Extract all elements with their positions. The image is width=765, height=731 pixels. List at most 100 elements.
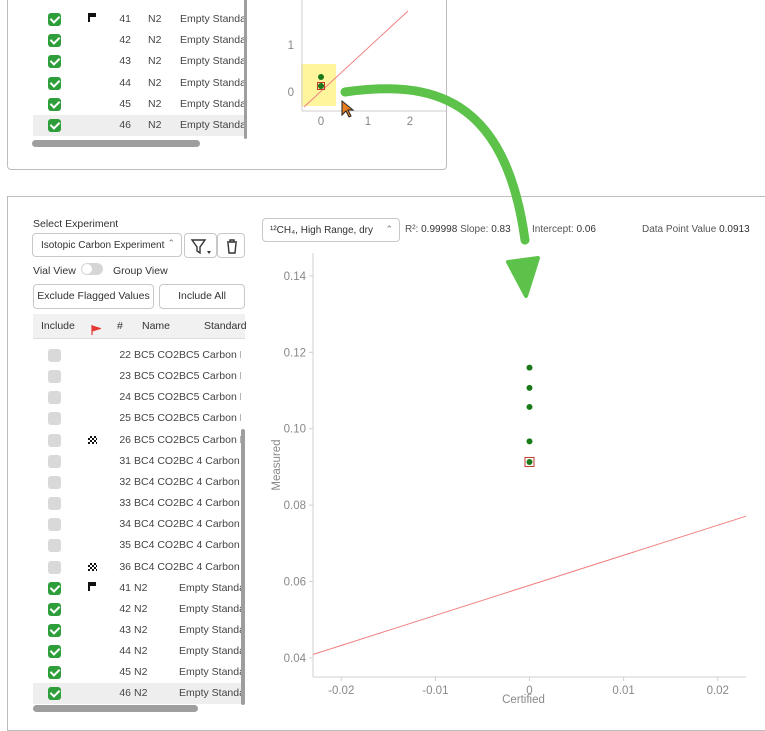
row-standard: Empty Standard	[180, 97, 244, 110]
overview-point[interactable]	[318, 74, 324, 80]
table-row[interactable]: 45N2Empty Standard	[33, 662, 241, 683]
table-row[interactable]: 23BC5 CO2BC5 Carbon Dioxide	[33, 366, 241, 387]
include-checkbox[interactable]	[48, 475, 61, 489]
include-checkbox[interactable]	[48, 370, 61, 384]
row-number: 46	[119, 119, 131, 131]
delete-button[interactable]	[217, 233, 245, 258]
table-row[interactable]: 41N2Empty Standard	[33, 578, 241, 599]
intercept-value: 0.06	[576, 224, 596, 235]
row-number: 33	[119, 497, 131, 510]
row-number: 22	[119, 349, 131, 361]
group-view-label: Group View	[113, 265, 168, 277]
overview-chart: 1 0 0 1 2 3	[288, 0, 446, 128]
row-standard: BC 4 Carbon Dioxide	[179, 560, 241, 573]
include-checkbox[interactable]	[48, 119, 61, 132]
row-standard: BC5 Carbon Dioxide	[179, 370, 241, 383]
col-standard[interactable]: Standard	[204, 314, 247, 339]
col-num[interactable]: #	[117, 314, 123, 339]
table-row[interactable]: 32BC4 CO2BC 4 Carbon Dioxide	[33, 472, 241, 493]
row-standard: Empty Standard	[179, 687, 241, 700]
table-row[interactable]: 35BC4 CO2BC 4 Carbon Dioxide	[33, 535, 241, 556]
include-checkbox[interactable]	[48, 391, 61, 405]
experiment-select[interactable]: Isotopic Carbon Experiment ⌃	[32, 233, 182, 257]
include-all-button[interactable]: Include All	[159, 284, 245, 309]
row-number: 25	[119, 412, 131, 425]
include-checkbox[interactable]	[48, 539, 61, 553]
include-checkbox[interactable]	[48, 34, 61, 48]
table-row[interactable]: 45N2Empty Standard	[33, 94, 244, 115]
checkered-flag-icon[interactable]	[88, 562, 97, 571]
include-checkbox[interactable]	[48, 55, 61, 69]
include-checkbox[interactable]	[48, 623, 61, 637]
row-standard: Empty Standard	[180, 76, 244, 89]
filter-button[interactable]	[184, 233, 217, 258]
include-checkbox[interactable]	[48, 76, 61, 90]
row-name: N2	[134, 602, 148, 615]
include-checkbox[interactable]	[48, 645, 61, 659]
table-row[interactable]: 24BC5 CO2BC5 Carbon Dioxide	[33, 387, 241, 408]
table-row[interactable]: 41N2Empty Standard	[33, 9, 244, 30]
table-row[interactable]: 44N2Empty Standard	[33, 641, 241, 662]
row-standard: BC 4 Carbon Dioxide	[179, 518, 241, 531]
table-hscroll[interactable]	[33, 705, 198, 712]
row-name: BC5 CO2	[134, 412, 179, 425]
include-checkbox[interactable]	[48, 602, 61, 616]
row-standard: Empty Standard	[179, 623, 241, 636]
table-row[interactable]: 25BC5 CO2BC5 Carbon Dioxide	[33, 408, 241, 429]
row-name: BC5 CO2	[134, 349, 179, 361]
table-row[interactable]: 43N2Empty Standard	[33, 51, 244, 72]
table-row[interactable]: 36BC4 CO2BC 4 Carbon Dioxide	[33, 557, 241, 578]
include-checkbox[interactable]	[48, 497, 61, 511]
red-flag-icon[interactable]	[91, 320, 103, 345]
checkered-flag-icon[interactable]	[88, 435, 97, 444]
view-toggle[interactable]	[81, 263, 103, 275]
overview-y-tick: 0	[288, 87, 294, 99]
table-row[interactable]: 43N2Empty Standard	[33, 620, 241, 641]
table-row[interactable]: 42N2Empty Standard	[33, 599, 241, 620]
include-checkbox[interactable]	[48, 13, 61, 26]
table-row[interactable]: 31BC4 CO2BC 4 Carbon Dioxide	[33, 451, 241, 472]
col-include[interactable]: Include	[41, 314, 75, 339]
row-number: 42	[119, 602, 131, 615]
table-row[interactable]: 46N2 Empty Standard	[33, 683, 241, 705]
table-row[interactable]: 33BC4 CO2BC 4 Carbon Dioxide	[33, 493, 241, 514]
row-number: 43	[119, 55, 131, 68]
include-checkbox[interactable]	[48, 97, 61, 111]
stats-bar: R²: 0.99998 Slope: 0.83	[405, 224, 511, 235]
include-checkbox[interactable]	[48, 518, 61, 532]
row-number: 46	[119, 687, 131, 700]
table-row[interactable]: 44N2Empty Standard	[33, 73, 244, 94]
table-row[interactable]: 22BC5 CO2BC5 Carbon Dioxide	[33, 345, 241, 366]
row-number: 35	[119, 539, 131, 552]
species-select[interactable]: ¹²CH₄, High Range, dry ⌃	[262, 218, 400, 242]
row-name: N2	[134, 687, 148, 700]
row-standard: BC 4 Carbon Dioxide	[179, 497, 241, 510]
include-checkbox[interactable]	[48, 412, 61, 426]
col-name[interactable]: Name	[142, 314, 170, 339]
intercept-stat: Intercept: 0.06	[532, 224, 596, 235]
row-number: 45	[119, 666, 131, 679]
overview-table-vscroll[interactable]	[244, 0, 247, 139]
flag-icon[interactable]	[88, 581, 96, 591]
include-checkbox[interactable]	[48, 687, 61, 701]
include-checkbox[interactable]	[48, 349, 61, 362]
exclude-flagged-button[interactable]: Exclude Flagged Values	[33, 284, 154, 309]
include-checkbox[interactable]	[48, 560, 61, 574]
include-checkbox[interactable]	[48, 433, 61, 447]
overview-table-hscroll[interactable]	[32, 140, 200, 147]
overview-point[interactable]	[318, 83, 324, 89]
mouse-cursor-icon	[341, 99, 355, 118]
table-row[interactable]: 42N2Empty Standard	[33, 30, 244, 51]
table-row[interactable]: 46N2Empty Standard	[33, 115, 244, 136]
row-name: BC4 CO2	[134, 539, 179, 552]
table-vscroll[interactable]	[241, 429, 245, 705]
include-checkbox[interactable]	[48, 454, 61, 468]
table-row[interactable]: 34BC4 CO2BC 4 Carbon Dioxide	[33, 514, 241, 535]
include-checkbox[interactable]	[48, 581, 61, 595]
updown-chevron-icon: ⌃	[385, 224, 393, 234]
row-name: BC4 CO2	[134, 497, 179, 510]
table-row[interactable]: 26BC5 CO2BC5 Carbon Dioxide	[33, 430, 241, 451]
row-number: 43	[119, 623, 131, 636]
flag-icon[interactable]	[88, 13, 96, 22]
include-checkbox[interactable]	[48, 666, 61, 680]
